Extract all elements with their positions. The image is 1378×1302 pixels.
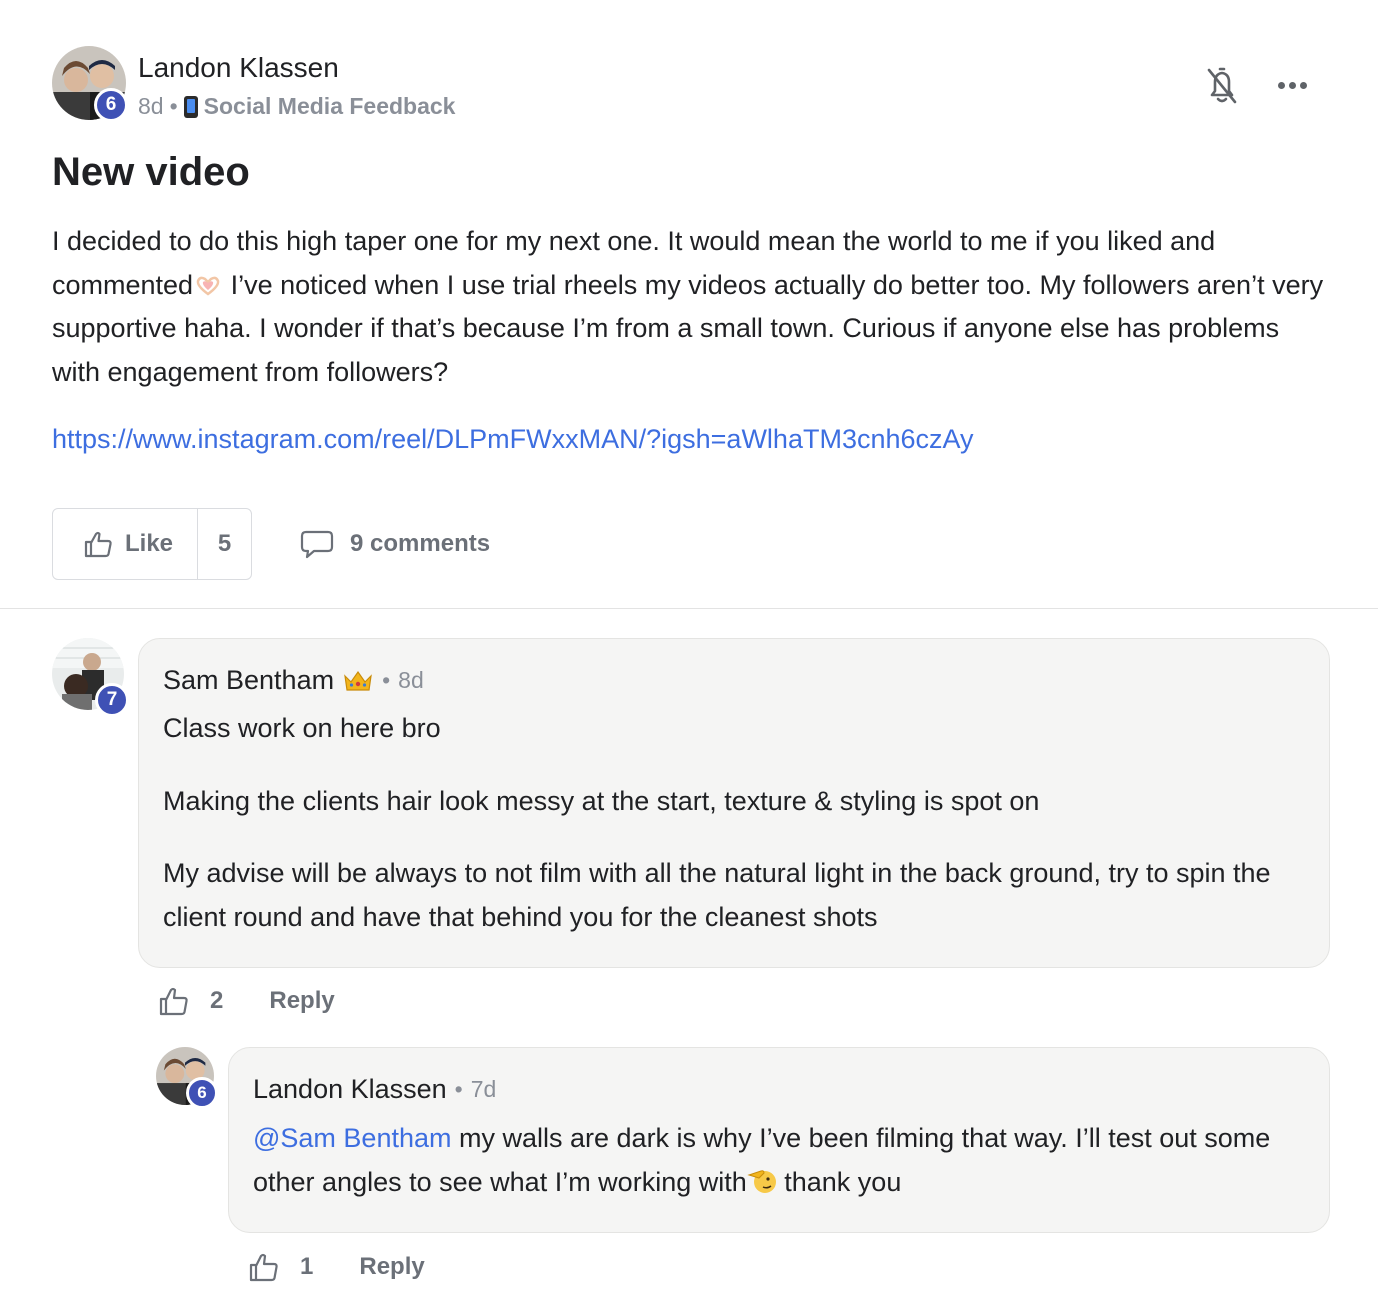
post: 6 Landon Klassen 8d • Social Media Feedb… bbox=[52, 44, 1332, 580]
post-age: 8d bbox=[138, 93, 164, 119]
saluting-face-emoji-icon bbox=[747, 1169, 776, 1193]
post-author-row: 6 Landon Klassen 8d • Social Media Feedb… bbox=[52, 44, 1332, 124]
reply-button[interactable]: Reply bbox=[359, 1253, 424, 1281]
heart-hands-emoji-icon bbox=[196, 276, 220, 296]
comment-like-count: 2 bbox=[210, 987, 224, 1014]
comment-header: Landon Klassen • 7d bbox=[253, 1074, 496, 1105]
post-body-text-2: I’ve noticed when I use trial rheels my … bbox=[52, 269, 1324, 387]
thumbs-up-icon[interactable] bbox=[158, 986, 190, 1016]
commenter-level-badge: 6 bbox=[186, 1077, 218, 1109]
post-actions: Like 5 9 comments bbox=[52, 508, 490, 580]
mobile-phone-icon bbox=[183, 95, 198, 118]
comment-actions: 1 Reply bbox=[248, 1252, 425, 1282]
comment-author[interactable]: Sam Bentham bbox=[163, 665, 334, 696]
commenter-level-badge: 7 bbox=[95, 683, 129, 717]
like-group: Like 5 bbox=[52, 508, 253, 580]
comment-paragraph: Class work on here bro bbox=[163, 713, 441, 743]
comment-author[interactable]: Landon Klassen bbox=[253, 1074, 447, 1105]
like-label: Like bbox=[125, 530, 174, 557]
comment-paragraph: Making the clients hair look messy at th… bbox=[163, 786, 1040, 816]
author-name[interactable]: Landon Klassen bbox=[138, 52, 339, 84]
post-category[interactable]: Social Media Feedback bbox=[204, 93, 456, 120]
comment-like-count: 1 bbox=[300, 1253, 314, 1280]
reply-button[interactable]: Reply bbox=[269, 987, 334, 1015]
author-level-badge: 6 bbox=[94, 88, 128, 122]
comment-bubble: Landon Klassen • 7d @Sam Bentham my wall… bbox=[228, 1047, 1330, 1233]
comment-separator: • bbox=[454, 1076, 463, 1102]
comment-bubble-icon bbox=[300, 530, 334, 559]
post-meta: 8d • Social Media Feedback bbox=[138, 93, 455, 120]
thumbs-up-icon bbox=[84, 531, 112, 558]
crown-emoji-icon bbox=[344, 670, 372, 691]
post-divider bbox=[0, 608, 1378, 609]
comments-count-label: 9 comments bbox=[350, 530, 491, 557]
like-button[interactable]: Like bbox=[53, 509, 197, 579]
post-title: New video bbox=[52, 150, 250, 194]
bell-off-icon[interactable] bbox=[1204, 66, 1240, 106]
comment-age: 7d bbox=[470, 1076, 497, 1102]
comment-bubble: Sam Bentham • 8d Class work on here bro … bbox=[138, 638, 1330, 968]
instagram-reel-link[interactable]: https://www.instagram.com/reel/DLPmFWxxM… bbox=[52, 424, 974, 455]
comment-age: 8d bbox=[398, 667, 424, 693]
comment-paragraph: My advise will be always to not film wit… bbox=[163, 858, 1271, 932]
thumbs-up-icon[interactable] bbox=[248, 1252, 280, 1282]
comment-separator: • bbox=[382, 667, 391, 693]
more-options-icon[interactable] bbox=[1278, 70, 1310, 100]
meta-separator: • bbox=[169, 93, 178, 119]
comment-actions: 2 Reply bbox=[158, 986, 335, 1016]
post-body: I decided to do this high taper one for … bbox=[52, 220, 1332, 394]
user-mention-link[interactable]: @Sam Bentham bbox=[253, 1123, 452, 1153]
comment-header: Sam Bentham • 8d bbox=[163, 665, 424, 696]
comment-text: @Sam Bentham my walls are dark is why I’… bbox=[253, 1117, 1313, 1204]
like-count[interactable]: 5 bbox=[197, 509, 251, 579]
comments-button[interactable]: 9 comments bbox=[300, 529, 490, 559]
comment-text-2: thank you bbox=[776, 1166, 902, 1197]
